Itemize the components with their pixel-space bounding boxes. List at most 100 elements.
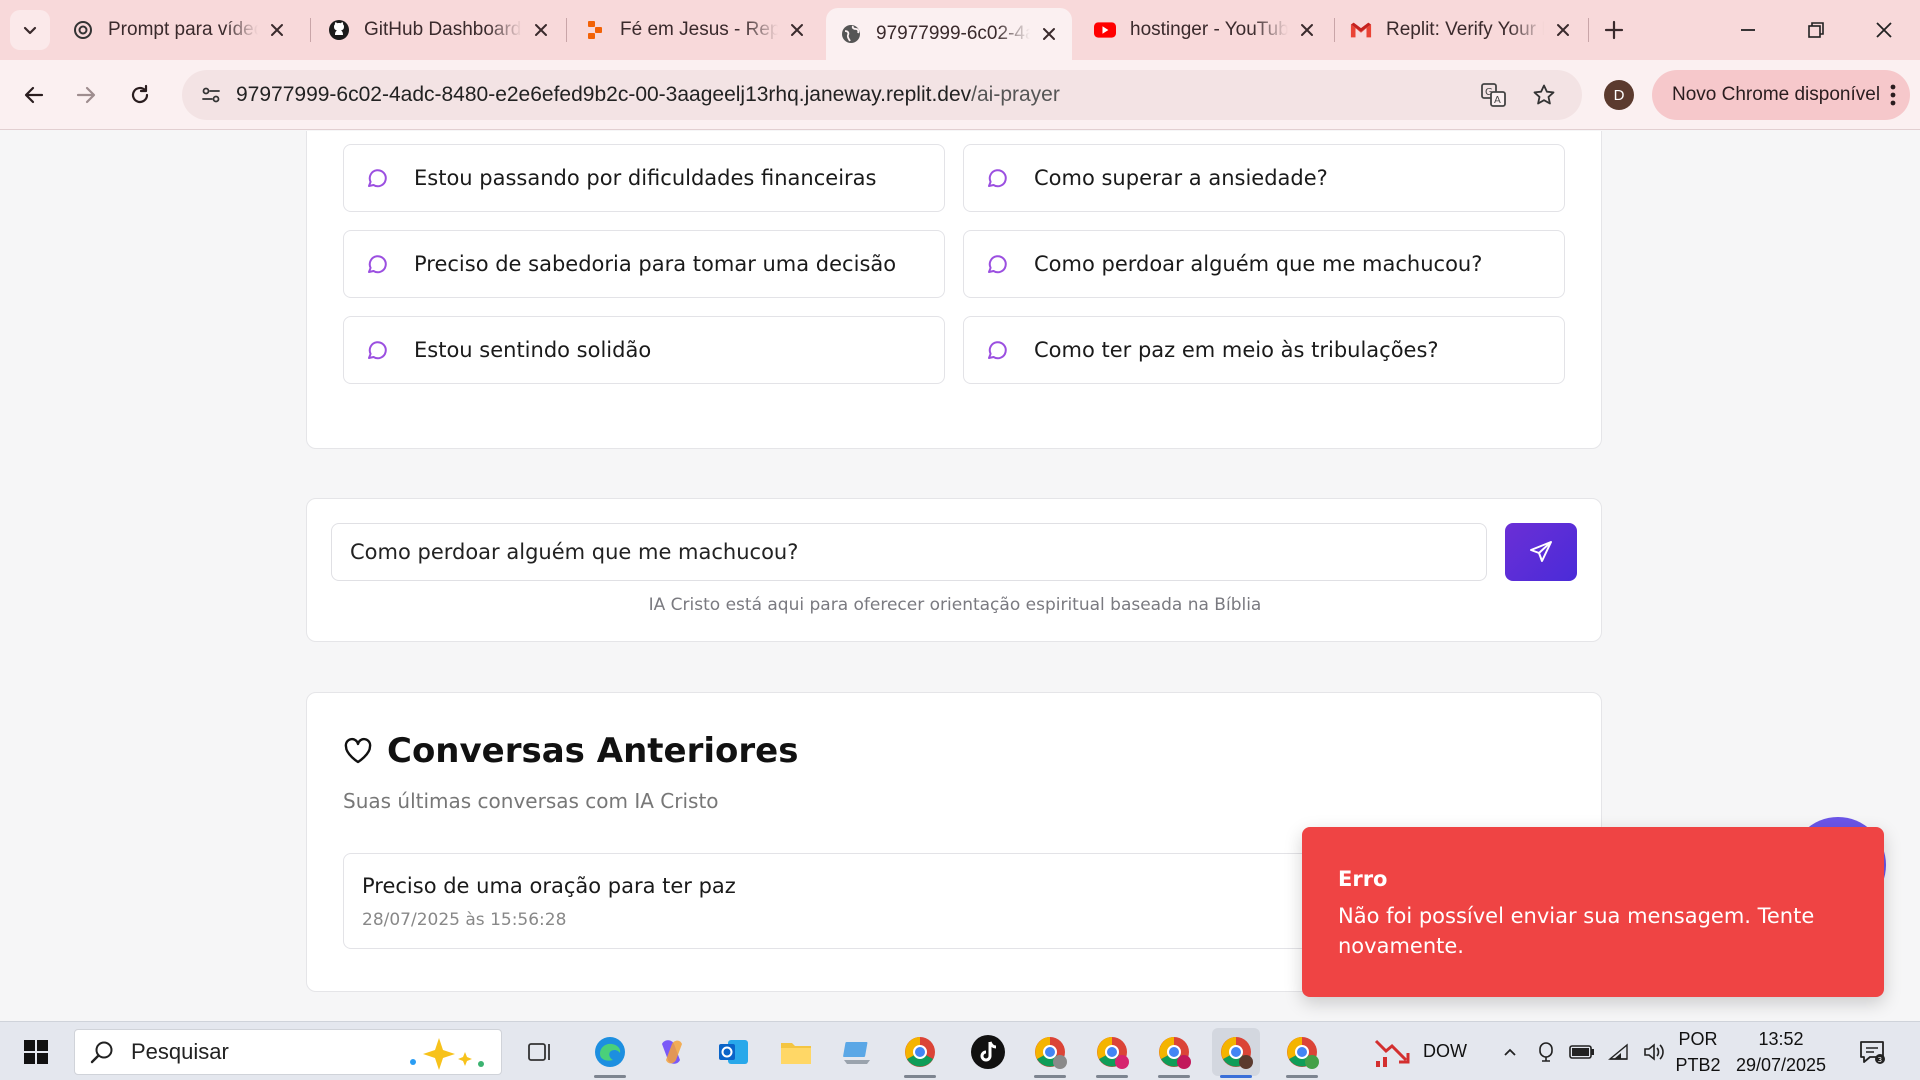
chat-bubble-icon: [364, 165, 390, 191]
tab-title: 97977999-6c02-4adc: [876, 23, 1030, 44]
stock-label: DOW: [1423, 1041, 1467, 1061]
suggestions-card: Estou passando por dificuldades financei…: [306, 131, 1602, 449]
start-button[interactable]: [12, 1028, 60, 1076]
plus-icon: [1604, 20, 1624, 40]
send-button[interactable]: [1505, 523, 1577, 581]
translate-icon[interactable]: GA: [1474, 70, 1514, 120]
volume-icon[interactable]: [1638, 1022, 1670, 1080]
stock-widget[interactable]: DOW: [1360, 1022, 1480, 1080]
tab-search-button[interactable]: [10, 10, 50, 50]
battery-icon[interactable]: [1566, 1022, 1598, 1080]
tab-replit-dev-active[interactable]: 97977999-6c02-4adc: [826, 8, 1072, 60]
new-tab-button[interactable]: [1596, 12, 1632, 48]
chrome-profile-c-icon[interactable]: [1026, 1028, 1074, 1078]
tab-separator: [1588, 18, 1589, 42]
chrome-update-button[interactable]: Novo Chrome disponível: [1652, 70, 1910, 120]
sparkle-icon: [410, 1038, 484, 1070]
suggestion-item[interactable]: Estou sentindo solidão: [343, 316, 945, 384]
file-explorer-icon[interactable]: [772, 1028, 820, 1076]
chrome-profile-f-icon[interactable]: [1150, 1028, 1198, 1078]
tab-prompt-video[interactable]: Prompt para vídeo: [58, 8, 300, 52]
clock-time: 13:52: [1758, 1029, 1804, 1049]
restore-button[interactable]: [1786, 8, 1846, 52]
edge-browser-icon[interactable]: [586, 1028, 634, 1078]
tab-fe-em-jesus-replit[interactable]: Fé em Jesus - Replit: [570, 8, 820, 52]
tab-title: GitHub Dashboard: [364, 19, 522, 40]
taskbar-search[interactable]: Pesquisar: [74, 1029, 502, 1075]
error-toast[interactable]: Erro Não foi possível enviar sua mensage…: [1302, 827, 1884, 997]
notification-icon: 3: [1860, 1040, 1885, 1064]
chrome-profile-icon[interactable]: [896, 1028, 944, 1078]
active-indicator: [1220, 1075, 1252, 1078]
kebab-menu-icon[interactable]: [1890, 83, 1896, 107]
close-icon[interactable]: [1296, 19, 1318, 41]
tab-separator: [566, 18, 567, 42]
chrome-profile-d-icon[interactable]: [1212, 1028, 1260, 1078]
chrome-profile-e-icon[interactable]: [1278, 1028, 1326, 1078]
site-info-icon[interactable]: [196, 80, 226, 110]
task-view-icon[interactable]: [516, 1028, 564, 1076]
send-icon: [1530, 541, 1552, 562]
reload-icon: [131, 84, 149, 104]
conversation-title: Preciso de uma oração para ter paz: [362, 874, 736, 898]
browser-tab-strip: Prompt para vídeo GitHub Dashboard Fé em…: [0, 0, 1920, 60]
suggestion-item[interactable]: Estou passando por dificuldades financei…: [343, 144, 945, 212]
system-clock[interactable]: 13:52 29/07/2025: [1730, 1026, 1832, 1078]
outlook-icon[interactable]: [710, 1028, 758, 1076]
running-indicator: [1034, 1075, 1066, 1078]
close-icon[interactable]: [1552, 19, 1574, 41]
suggestion-item[interactable]: Como ter paz em meio às tribulações?: [963, 316, 1565, 384]
tiktok-icon[interactable]: [964, 1028, 1012, 1076]
github-icon: [328, 19, 350, 41]
chat-message-input[interactable]: Como perdoar alguém que me machucou?: [331, 523, 1487, 581]
laptop-app-icon[interactable]: [834, 1028, 882, 1076]
notification-center-button[interactable]: 3: [1852, 1022, 1892, 1080]
suggestion-text: Como perdoar alguém que me machucou?: [1034, 252, 1483, 276]
close-icon[interactable]: [530, 19, 552, 41]
chat-bubble-icon: [984, 165, 1010, 191]
tab-hostinger-youtube[interactable]: hostinger - YouTube: [1080, 8, 1330, 52]
suggestion-item[interactable]: Como perdoar alguém que me machucou?: [963, 230, 1565, 298]
svg-text:A: A: [1494, 95, 1501, 106]
replit-icon: [584, 19, 606, 41]
suggestion-item[interactable]: Como superar a ansiedade?: [963, 144, 1565, 212]
tab-title: Replit: Verify Your Email: [1386, 19, 1544, 40]
suggestion-text: Como superar a ansiedade?: [1034, 166, 1328, 190]
minimize-button[interactable]: [1718, 8, 1778, 52]
openai-icon: [72, 19, 94, 41]
clock-date: 29/07/2025: [1735, 1055, 1827, 1075]
chevron-up-icon[interactable]: [1496, 1022, 1524, 1080]
history-title: Conversas Anteriores: [387, 731, 799, 771]
input-language-indicator[interactable]: POR PTB2: [1672, 1026, 1724, 1078]
history-subtitle: Suas últimas conversas com IA Cristo: [343, 789, 719, 813]
running-indicator: [1286, 1075, 1318, 1078]
close-icon[interactable]: [786, 19, 808, 41]
restore-icon: [1808, 22, 1824, 38]
arrow-left-icon: [24, 86, 44, 104]
search-icon: [89, 1038, 117, 1066]
tab-title: Prompt para vídeo: [108, 19, 258, 40]
suggestion-text: Como ter paz em meio às tribulações?: [1034, 338, 1439, 362]
chrome-profile-h-icon[interactable]: [1088, 1028, 1136, 1078]
url-path: /ai-prayer: [971, 83, 1060, 106]
close-window-button[interactable]: [1854, 8, 1914, 52]
running-indicator: [594, 1075, 626, 1078]
svg-text:3: 3: [1878, 1056, 1882, 1064]
forward-button[interactable]: [66, 75, 106, 115]
close-icon[interactable]: [266, 19, 288, 41]
language-code: POR: [1678, 1029, 1718, 1049]
address-bar[interactable]: 97977999-6c02-4adc-8480-e2e6efed9b2c-00-…: [182, 70, 1582, 120]
wifi-icon[interactable]: [1604, 1022, 1636, 1080]
tab-github-dashboard[interactable]: GitHub Dashboard: [314, 8, 564, 52]
suggestion-item[interactable]: Preciso de sabedoria para tomar uma deci…: [343, 230, 945, 298]
back-button[interactable]: [14, 75, 54, 115]
reload-button[interactable]: [120, 75, 160, 115]
camera-mic-icon[interactable]: [1530, 1022, 1562, 1080]
copilot-icon[interactable]: [648, 1028, 696, 1076]
bookmark-star-icon[interactable]: [1524, 70, 1564, 120]
tab-replit-verify-email[interactable]: Replit: Verify Your Email: [1336, 8, 1586, 52]
close-icon[interactable]: [1038, 23, 1060, 45]
tab-title: hostinger - YouTube: [1130, 19, 1288, 40]
page-viewport: Estou passando por dificuldades financei…: [0, 131, 1920, 1021]
profile-avatar[interactable]: D: [1604, 80, 1634, 110]
